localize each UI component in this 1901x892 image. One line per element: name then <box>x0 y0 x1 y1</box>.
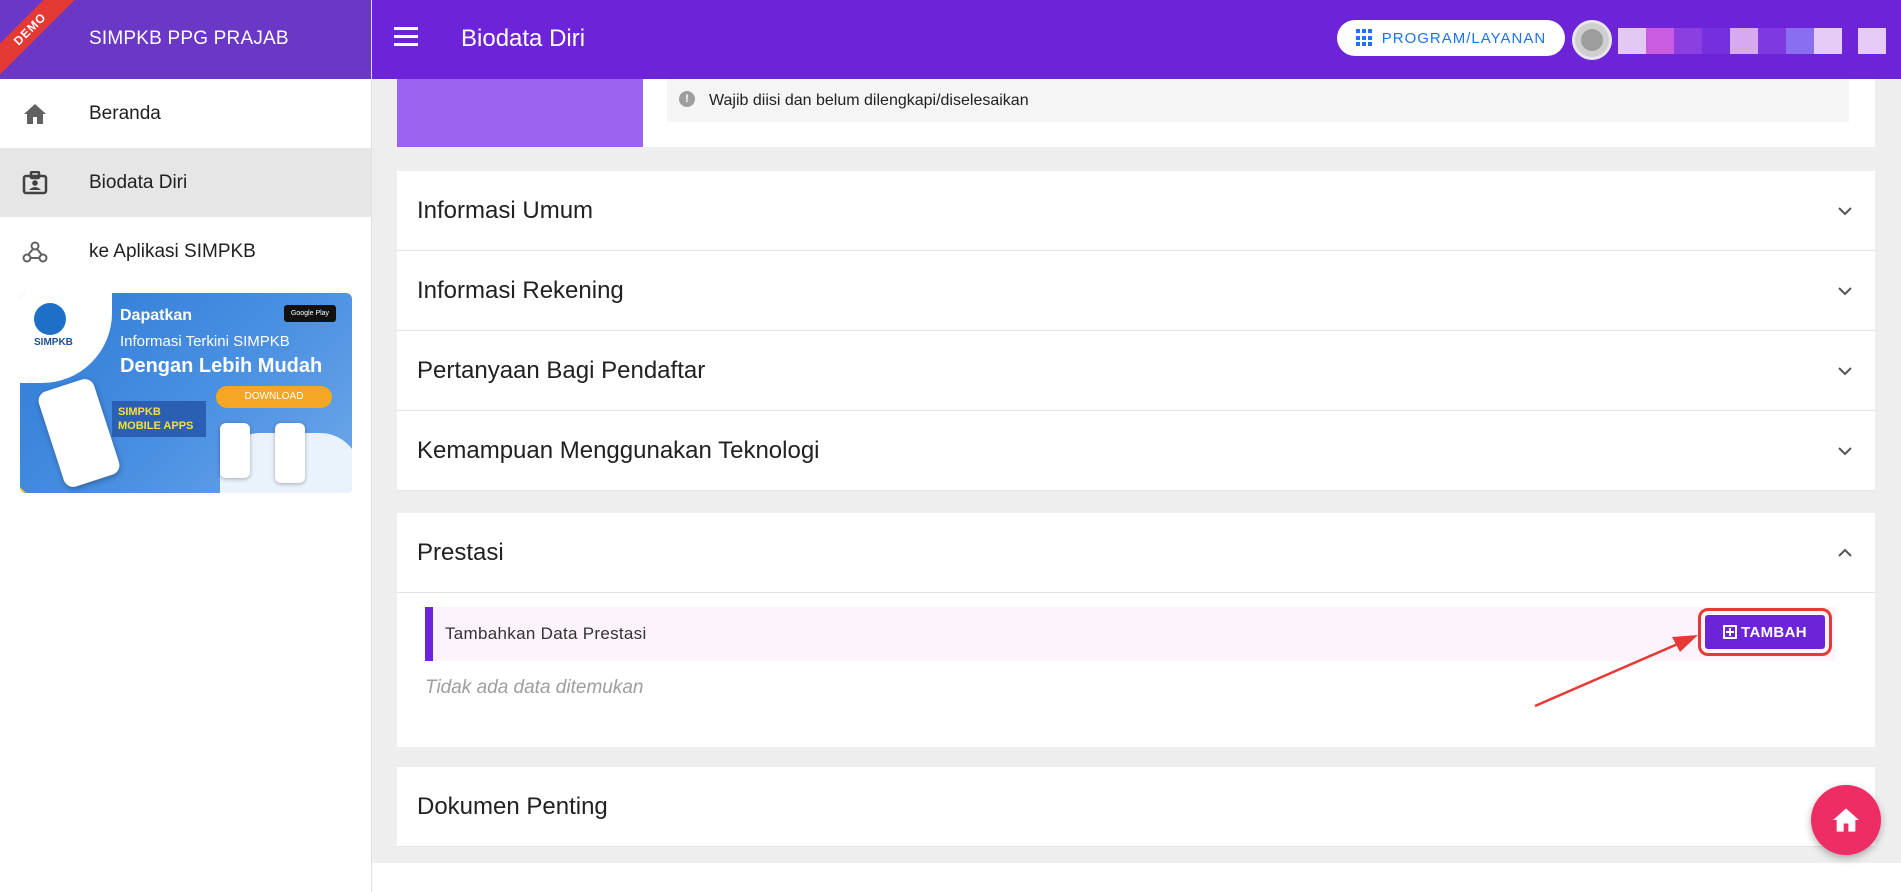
sidebar-item-label: Beranda <box>89 102 161 124</box>
required-notice: ! Wajib diisi dan belum dilengkapi/disel… <box>667 79 1849 122</box>
google-play-badge: Google Play <box>284 305 336 322</box>
sidebar-item-aplikasi-simpkb[interactable]: ke Aplikasi SIMPKB <box>0 217 371 286</box>
chevron-up-icon <box>1838 548 1852 557</box>
add-prestasi-text: Tambahkan Data Prestasi <box>445 624 647 643</box>
section-pertanyaan-pendaftar: Pertanyaan Bagi Pendaftar <box>397 331 1875 411</box>
section-header[interactable]: Informasi Umum <box>397 171 1875 251</box>
banner-line2: Informasi Terkini SIMPKB <box>120 333 290 350</box>
section-header[interactable]: Pertanyaan Bagi Pendaftar <box>397 331 1875 411</box>
required-notice-text: Wajib diisi dan belum dilengkapi/diseles… <box>709 91 1029 109</box>
avatar[interactable] <box>1572 20 1612 60</box>
section-kemampuan-teknologi: Kemampuan Menggunakan Teknologi <box>397 411 1875 491</box>
sidebar-item-beranda[interactable]: Beranda <box>0 79 371 148</box>
demo-ribbon: DEMO <box>0 0 81 79</box>
status-color-block <box>397 79 643 147</box>
redacted-username <box>1702 28 1730 54</box>
home-icon <box>22 101 48 127</box>
page-title: Biodata Diri <box>461 25 586 52</box>
program-layanan-label: PROGRAM/LAYANAN <box>1381 29 1547 47</box>
status-panel: ! Wajib diisi dan belum dilengkapi/disel… <box>397 79 1875 147</box>
chevron-down-icon <box>1838 287 1852 296</box>
section-title: Kemampuan Menggunakan Teknologi <box>417 436 820 464</box>
section-header[interactable]: Informasi Rekening <box>397 251 1875 331</box>
redacted-username <box>1758 28 1786 54</box>
prestasi-body: Tambahkan Data Prestasi TAMBAH Tidak ada… <box>397 593 1875 747</box>
banner-line1: Dapatkan <box>120 307 193 324</box>
sidebar: DEMO SIMPKB PPG PRAJAB Beranda Biodata D… <box>0 0 372 892</box>
add-box-icon <box>1723 625 1738 639</box>
chevron-down-icon <box>1838 367 1852 376</box>
redacted-username <box>1618 28 1646 54</box>
section-informasi-umum: Informasi Umum <box>397 171 1875 251</box>
webhook-icon <box>22 239 48 265</box>
phone-illustration-3 <box>275 423 305 483</box>
chevron-down-icon <box>1838 447 1852 456</box>
section-header[interactable]: Prestasi <box>397 513 1875 593</box>
phone-illustration-2 <box>220 423 250 478</box>
section-dokumen-penting: Dokumen Penting <box>397 767 1875 847</box>
section-title: Informasi Umum <box>417 196 594 224</box>
empty-state-text: Tidak ada data ditemukan <box>425 677 644 698</box>
home-fab-button[interactable] <box>1811 785 1881 855</box>
info-icon: ! <box>679 91 695 107</box>
redacted-username <box>1858 28 1886 54</box>
redacted-username <box>1786 28 1814 54</box>
section-title: Pertanyaan Bagi Pendaftar <box>417 356 706 384</box>
simpkb-logo-icon <box>34 303 66 335</box>
apps-grid-icon <box>1355 29 1374 47</box>
id-badge-icon <box>22 170 48 196</box>
section-header[interactable]: Dokumen Penting <box>397 767 1875 847</box>
banner-download-button[interactable]: DOWNLOAD <box>216 386 332 408</box>
program-layanan-button[interactable]: PROGRAM/LAYANAN <box>1337 20 1565 56</box>
sidebar-item-biodata-diri[interactable]: Biodata Diri <box>0 148 371 217</box>
section-title: Dokumen Penting <box>417 792 608 820</box>
sidebar-item-label: ke Aplikasi SIMPKB <box>89 240 256 262</box>
menu-icon[interactable] <box>394 27 420 51</box>
tambah-button[interactable]: TAMBAH <box>1698 608 1832 656</box>
banner-line3: Dengan Lebih Mudah <box>120 355 323 377</box>
top-app-bar: Biodata Diri PROGRAM/LAYANAN <box>372 0 1901 79</box>
banner-logo-text: SIMPKB <box>34 337 73 348</box>
download-app-banner[interactable]: SIMPKB Dapatkan Informasi Terkini SIMPKB… <box>20 293 352 493</box>
sidebar-item-label: Biodata Diri <box>89 171 188 193</box>
banner-mobile-apps: SIMPKB MOBILE APPS <box>112 401 206 437</box>
section-prestasi: Prestasi Tambahkan Data Prestasi TAMBAH … <box>397 513 1875 747</box>
add-prestasi-row: Tambahkan Data Prestasi TAMBAH <box>425 607 1835 661</box>
section-title: Prestasi <box>417 538 504 566</box>
redacted-username <box>1814 28 1842 54</box>
tambah-label: TAMBAH <box>1741 623 1807 641</box>
redacted-username <box>1730 28 1758 54</box>
chevron-down-icon <box>1838 207 1852 216</box>
brand-bar: DEMO SIMPKB PPG PRAJAB <box>0 0 371 79</box>
home-icon <box>1833 808 1859 832</box>
section-title: Informasi Rekening <box>417 276 624 304</box>
main-content: ! Wajib diisi dan belum dilengkapi/disel… <box>372 79 1901 863</box>
brand-title[interactable]: SIMPKB PPG PRAJAB <box>89 28 289 50</box>
redacted-username <box>1646 28 1674 54</box>
section-header[interactable]: Kemampuan Menggunakan Teknologi <box>397 411 1875 491</box>
redacted-username <box>1674 28 1702 54</box>
section-informasi-rekening: Informasi Rekening <box>397 251 1875 331</box>
